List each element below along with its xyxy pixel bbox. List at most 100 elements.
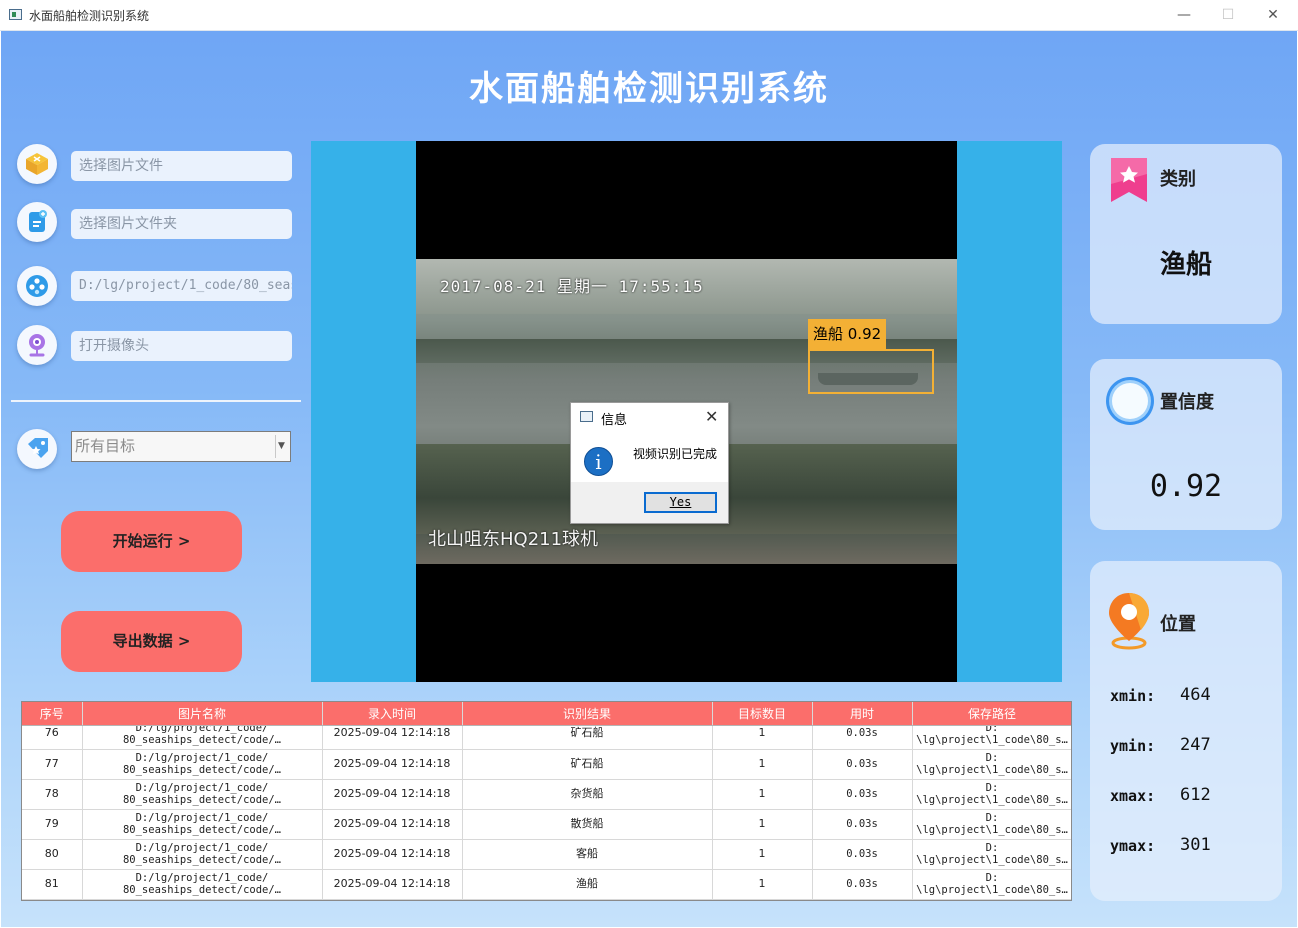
cell-path-line2: \lg\project\1_code\80_s… (916, 824, 1068, 836)
cell-count: 1 (712, 725, 813, 750)
camera-icon[interactable] (17, 325, 57, 365)
table-row[interactable]: 76 D:/lg/project/1_code/80_seaships_dete… (22, 725, 1071, 750)
image-file-icon[interactable] (17, 144, 57, 184)
dialog-title: 信息 (601, 413, 628, 428)
ymin-value: 247 (1180, 735, 1211, 755)
cell-name-line1: D:/lg/project/1_code/ (135, 782, 269, 794)
col-header-name[interactable]: 图片名称 (82, 702, 323, 726)
position-title: 位置 (1160, 614, 1196, 635)
ymax-row: ymax: 301 (1110, 835, 1211, 855)
osd-timestamp: 2017-08-21 星期一 17:55:15 (440, 277, 704, 296)
cell-path-line1: D: (985, 872, 999, 884)
cell-path-line2: \lg\project\1_code\80_s… (916, 884, 1068, 896)
ymin-label: ymin: (1110, 737, 1156, 755)
cell-result: 渔船 (462, 869, 713, 900)
image-file-input[interactable]: 选择图片文件 (71, 151, 292, 181)
cell-count: 1 (712, 869, 813, 900)
video-path-input[interactable]: D:/lg/project/1_code/80_seaships_detect (71, 271, 292, 301)
cell-time: 2025-09-04 12:14:18 (322, 779, 463, 810)
cell-path-line1: D: (985, 752, 999, 764)
cell-index: 81 (22, 869, 83, 900)
cell-index: 80 (22, 839, 83, 870)
export-button[interactable]: 导出数据 > (61, 611, 242, 672)
cell-cost: 0.03s (812, 839, 913, 870)
cell-path-line1: D: (985, 842, 999, 854)
cell-name-line1: D:/lg/project/1_code/ (135, 752, 269, 764)
cell-name-line1: D:/lg/project/1_code/ (135, 842, 269, 854)
cell-path: D: \lg\project\1_code\80_s… (912, 839, 1071, 870)
window-titlebar: 水面船舶检测识别系统 — ☐ ✕ (0, 0, 1298, 31)
col-header-count[interactable]: 目标数目 (712, 702, 813, 726)
xmax-value: 612 (1180, 785, 1211, 805)
cell-name-line1: D:/lg/project/1_code/ (135, 872, 269, 884)
chevron-down-icon[interactable]: ▼ (275, 435, 287, 458)
cell-path-line2: \lg\project\1_code\80_s… (916, 733, 1068, 746)
start-button[interactable]: 开始运行 > (61, 511, 242, 572)
table-row[interactable]: 78 D:/lg/project/1_code/80_seaships_dete… (22, 779, 1071, 810)
image-folder-icon[interactable] (17, 202, 57, 242)
dialog-close-icon[interactable]: ✕ (705, 407, 718, 426)
cell-path: D: \lg\project\1_code\80_s… (912, 749, 1071, 780)
table-row[interactable]: 79 D:/lg/project/1_code/80_seaships_dete… (22, 809, 1071, 840)
dialog-window-icon (580, 411, 593, 422)
cell-time: 2025-09-04 12:14:18 (322, 809, 463, 840)
left-divider (11, 400, 301, 402)
ymax-label: ymax: (1110, 837, 1156, 855)
close-button[interactable]: ✕ (1260, 4, 1286, 26)
col-header-index[interactable]: 序号 (22, 702, 83, 726)
cell-name-line2: 80_seaships_detect/code/… (122, 794, 282, 806)
category-value: 渔船 (1159, 250, 1212, 280)
cell-name: D:/lg/project/1_code/80_seaships_detect/… (82, 809, 323, 840)
app-window-icon (9, 9, 22, 20)
table-row[interactable]: 77 D:/lg/project/1_code/80_seaships_dete… (22, 749, 1071, 780)
cell-path: D: \lg\project\1_code\80_s… (912, 779, 1071, 810)
osd-camera-name: 北山咀东HQ211球机 (428, 529, 599, 550)
cell-path-line2: \lg\project\1_code\80_s… (916, 764, 1068, 776)
xmin-label: xmin: (1110, 687, 1156, 705)
video-file-icon[interactable] (17, 266, 57, 306)
cell-name-line2: 80_seaships_detect/code/… (122, 824, 282, 836)
info-dialog: 信息 ✕ i 视频识别已完成 Yes (570, 402, 729, 524)
image-folder-input[interactable]: 选择图片文件夹 (71, 209, 292, 239)
camera-input[interactable]: 打开摄像头 (71, 331, 292, 361)
cell-path-line1: D: (985, 725, 999, 734)
results-table[interactable]: 序号 图片名称 录入时间 识别结果 目标数目 用时 保存路径 76 D:/lg/… (21, 701, 1072, 901)
cell-name: D:/lg/project/1_code/80_seaships_detect/… (82, 839, 323, 870)
xmin-value: 464 (1180, 685, 1211, 705)
detection-label: 渔船 0.92 (808, 319, 887, 349)
cell-name: D:/lg/project/1_code/80_seaships_detect/… (82, 779, 323, 810)
xmax-row: xmax: 612 (1110, 785, 1211, 805)
col-header-cost[interactable]: 用时 (812, 702, 913, 726)
cell-result: 矿石船 (462, 749, 713, 780)
cell-index: 76 (22, 725, 83, 750)
confidence-value: 0.92 (1149, 469, 1223, 504)
cell-path: D: \lg\project\1_code\80_s… (912, 809, 1071, 840)
cell-name-line2: 80_seaships_detect/code/… (122, 884, 282, 896)
cell-count: 1 (712, 779, 813, 810)
yes-button[interactable]: Yes (644, 492, 717, 513)
dialog-footer: Yes (571, 482, 728, 523)
cell-index: 78 (22, 779, 83, 810)
confidence-ring-icon (1106, 377, 1154, 425)
target-tag-icon (17, 429, 57, 469)
position-card: 位置 xmin: 464 ymin: 247 xmax: 612 ymax: 301 (1090, 561, 1282, 901)
cell-cost: 0.03s (812, 749, 913, 780)
col-header-path[interactable]: 保存路径 (912, 702, 1071, 726)
window-title: 水面船舶检测识别系统 (29, 9, 150, 23)
maximize-button[interactable]: ☐ (1215, 4, 1241, 26)
ymin-row: ymin: 247 (1110, 735, 1211, 755)
minimize-button[interactable]: — (1171, 4, 1197, 26)
cell-result: 客船 (462, 839, 713, 870)
target-select[interactable]: 所有目标 ▼ (71, 431, 291, 462)
table-row[interactable]: 81 D:/lg/project/1_code/80_seaships_dete… (22, 869, 1071, 900)
dialog-message: 视频识别已完成 (633, 447, 718, 461)
col-header-result[interactable]: 识别结果 (462, 702, 713, 726)
cell-count: 1 (712, 839, 813, 870)
col-header-time[interactable]: 录入时间 (322, 702, 463, 726)
cell-cost: 0.03s (812, 869, 913, 900)
cell-name-line2: 80_seaships_detect/code/… (122, 764, 282, 776)
table-header-row: 序号 图片名称 录入时间 识别结果 目标数目 用时 保存路径 (22, 702, 1071, 726)
cell-name: D:/lg/project/1_code/80_seaships_detect/… (82, 869, 323, 900)
category-title: 类别 (1160, 169, 1196, 190)
table-row[interactable]: 80 D:/lg/project/1_code/80_seaships_dete… (22, 839, 1071, 870)
